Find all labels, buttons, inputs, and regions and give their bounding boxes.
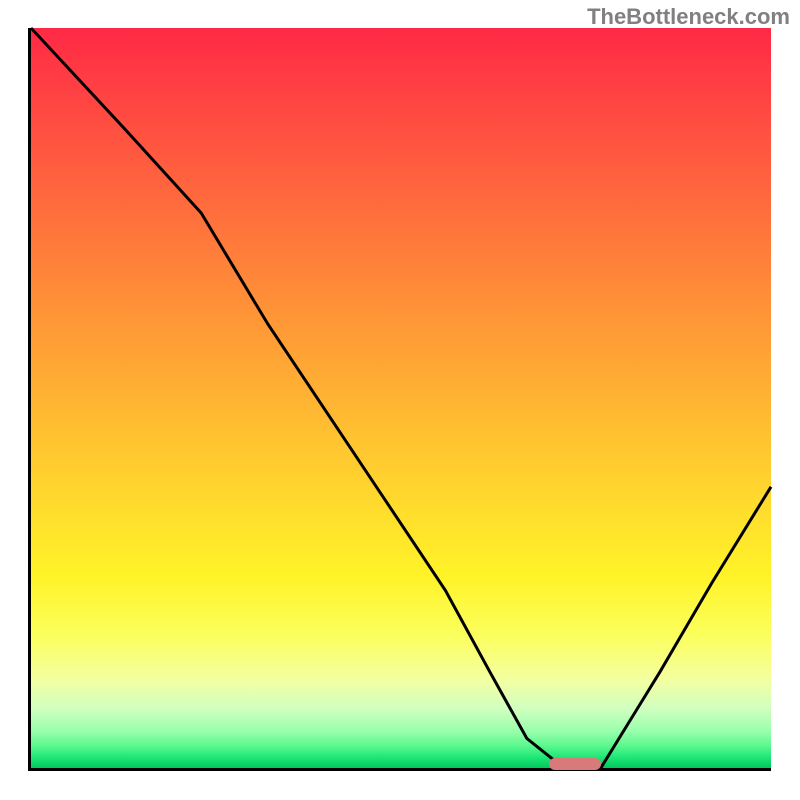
bottleneck-curve — [31, 28, 771, 768]
chart-plot-area — [28, 28, 771, 771]
watermark-text: TheBottleneck.com — [587, 4, 790, 30]
optimal-marker — [549, 758, 601, 770]
